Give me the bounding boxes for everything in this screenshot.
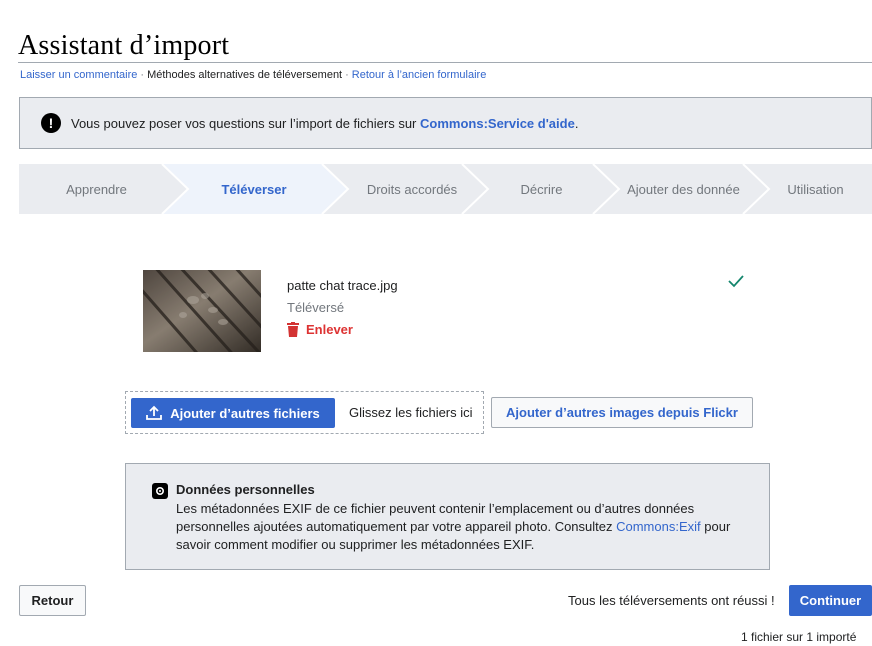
- old-form-link[interactable]: Retour à l’ancien formulaire: [352, 69, 487, 81]
- uploaded-file-item: patte chat trace.jpg Téléversé Enlever: [143, 270, 763, 354]
- exif-help-link[interactable]: Commons:Exif: [616, 519, 701, 534]
- page-title: Assistant d’import: [18, 30, 230, 61]
- step-learn: Apprendre: [66, 181, 127, 197]
- checkmark-icon: [728, 274, 744, 293]
- link-separator: ·: [345, 69, 349, 81]
- file-thumbnail[interactable]: [143, 270, 261, 352]
- add-from-flickr-button[interactable]: Ajouter d’autres images depuis Flickr: [491, 397, 753, 428]
- step-indicator: Apprendre Téléverser Droits accordés Déc…: [19, 164, 872, 214]
- step-release-rights: Droits accordés: [366, 181, 458, 197]
- help-notice: ! Vous pouvez poser vos questions sur l’…: [19, 97, 872, 149]
- upload-icon: [146, 405, 163, 420]
- continue-button[interactable]: Continuer: [789, 585, 872, 616]
- trash-icon: [287, 322, 299, 337]
- alternative-upload-methods-link[interactable]: Méthodes alternatives de téléversement: [147, 69, 342, 81]
- notice-text: Vous pouvez poser vos questions sur l’im…: [71, 115, 579, 131]
- alert-icon: !: [41, 113, 61, 133]
- privacy-title: Données personnelles: [176, 482, 315, 497]
- drop-files-hint: Glissez les fichiers ici: [349, 405, 473, 420]
- step-use: Utilisation: [787, 181, 844, 197]
- file-status: Téléversé: [287, 300, 345, 315]
- help-desk-link[interactable]: Commons:Service d'aide: [420, 116, 575, 131]
- file-drop-zone[interactable]: Ajouter d’autres fichiers Glissez les fi…: [125, 391, 484, 434]
- upload-success-message: Tous les téléversements ont réussi !: [568, 593, 775, 608]
- link-separator: ·: [140, 69, 145, 81]
- title-divider: [18, 62, 872, 63]
- step-describe: Décrire: [520, 181, 563, 197]
- feedback-link[interactable]: Laisser un commentaire: [20, 69, 137, 81]
- remove-file-label: Enlever: [306, 322, 353, 337]
- header-links: Laisser un commentaire · Méthodes alternat…: [20, 69, 486, 81]
- file-name: patte chat trace.jpg: [287, 278, 398, 293]
- privacy-body: Les métadonnées EXIF de ce fichier peuve…: [176, 501, 731, 552]
- step-upload: Téléverser: [221, 181, 287, 197]
- add-more-files-button[interactable]: Ajouter d’autres fichiers: [131, 398, 335, 428]
- remove-file-button[interactable]: Enlever: [287, 322, 353, 337]
- back-button[interactable]: Retour: [19, 585, 86, 616]
- privacy-warning: Données personnelles Les métadonnées EXI…: [125, 463, 770, 570]
- add-more-files-label: Ajouter d’autres fichiers: [170, 405, 320, 421]
- step-add-data: Ajouter des donnée: [627, 181, 740, 197]
- settings-icon: [152, 483, 168, 499]
- upload-count: 1 fichier sur 1 importé: [741, 630, 857, 644]
